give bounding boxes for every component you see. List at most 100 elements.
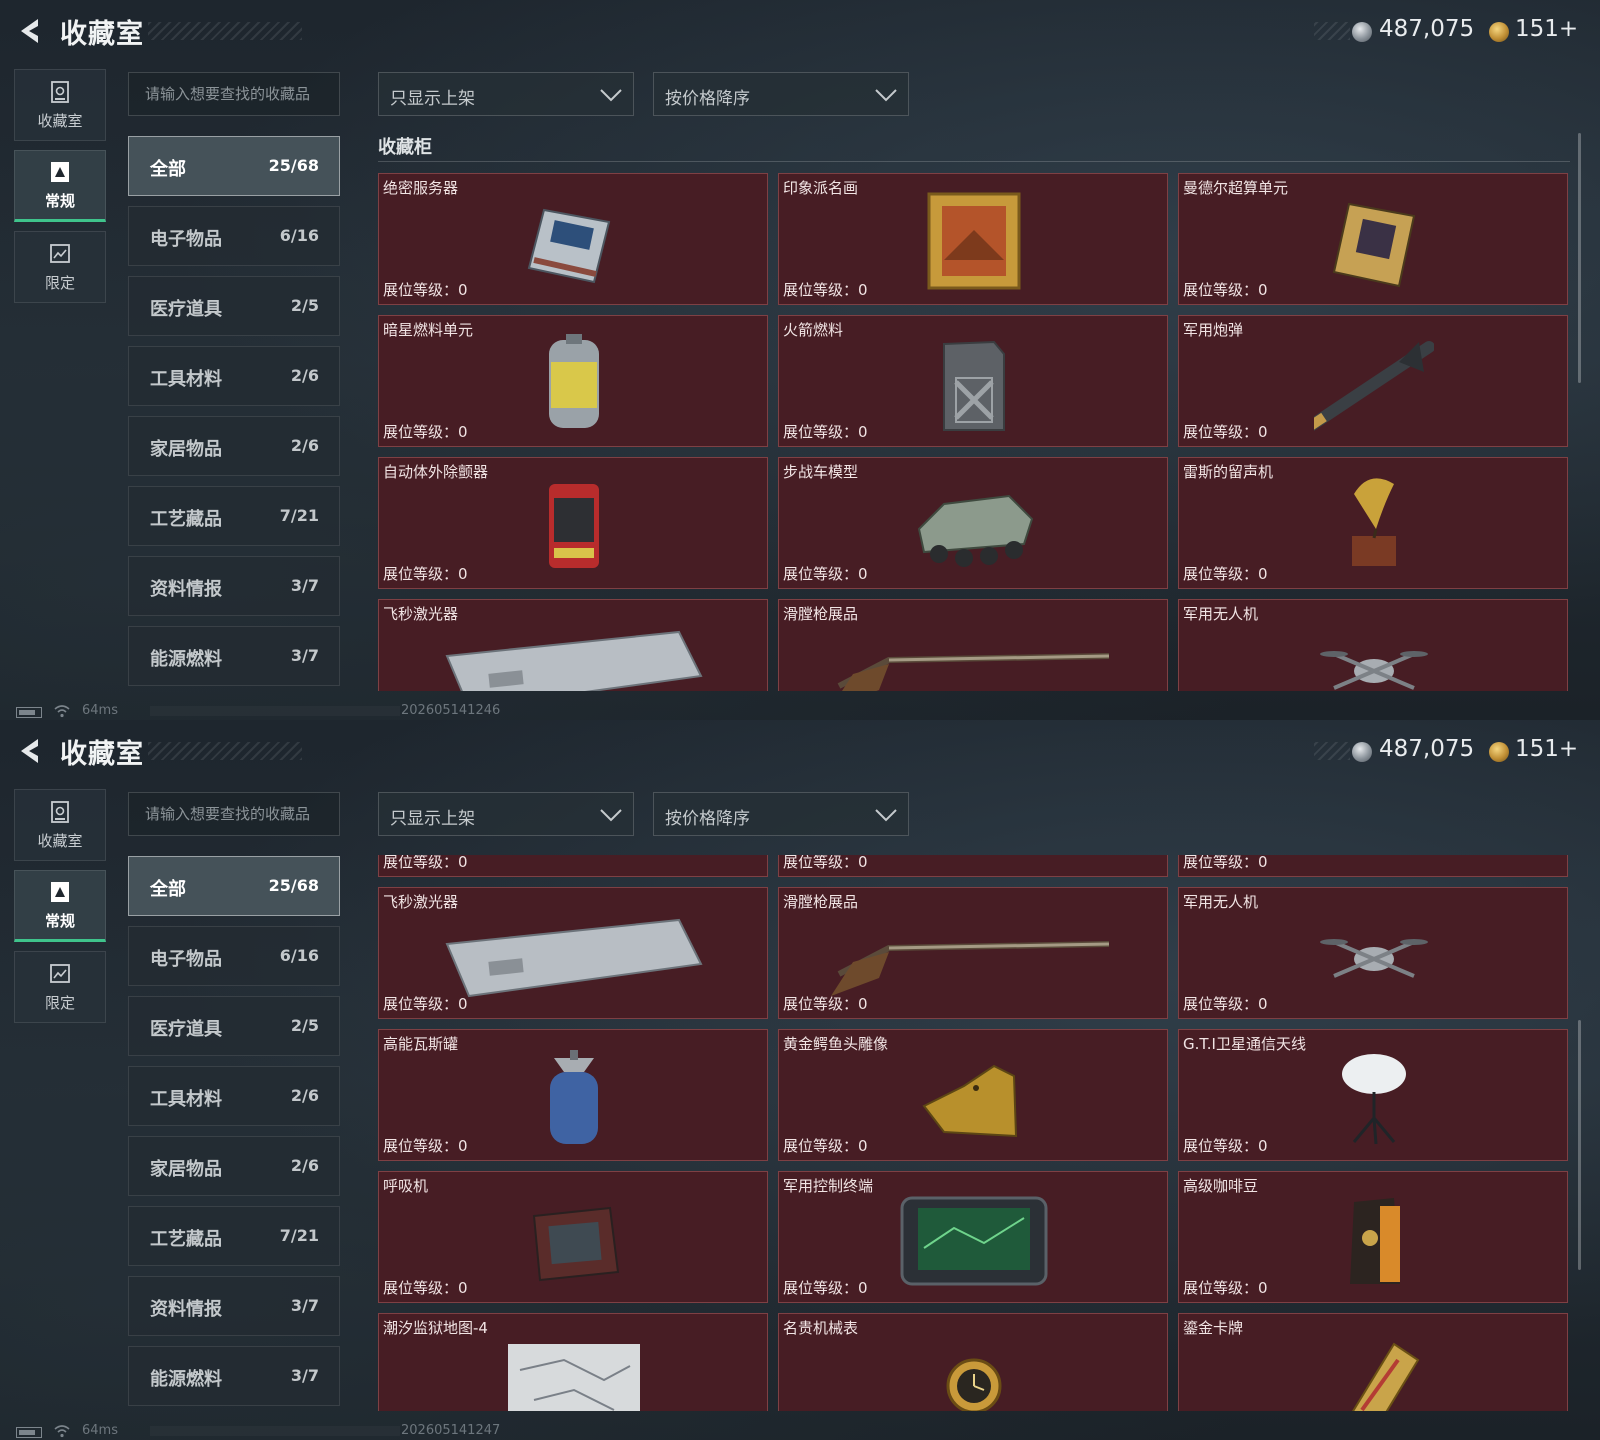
- category-household[interactable]: 家居物品 2/6: [128, 1136, 340, 1196]
- category-medical[interactable]: 医疗道具 2/5: [128, 276, 340, 336]
- status-bar: 64ms 202605141247: [0, 1420, 1600, 1440]
- scrollbar[interactable]: [1578, 133, 1581, 383]
- search-input[interactable]: [128, 72, 340, 116]
- rail-label: 限定: [44, 273, 75, 292]
- category-all[interactable]: 全部 25/68: [128, 856, 340, 916]
- collection-card[interactable]: 黄金鳄鱼头雕像 展位等级：0: [778, 1029, 1168, 1161]
- collection-card[interactable]: 展位等级：0: [778, 855, 1168, 877]
- booth-level: 展位等级：0: [783, 281, 868, 299]
- collection-card[interactable]: 步战车模型 展位等级：0: [778, 457, 1168, 589]
- collection-card[interactable]: 军用控制终端 展位等级：0: [778, 1171, 1168, 1303]
- collection-grid[interactable]: 展位等级：0 展位等级：0 展位等级：0 飞秒激光器 展位等级：0 滑膛枪展品 …: [378, 855, 1570, 1411]
- category-intel[interactable]: 资料情报 3/7: [128, 556, 340, 616]
- item-name: 雷斯的留声机: [1183, 463, 1274, 481]
- collection-card[interactable]: 滑膛枪展品 展位等级：0: [778, 599, 1168, 691]
- category-label: 资料情报: [150, 1299, 222, 1320]
- category-crafts[interactable]: 工艺藏品 7/21: [128, 486, 340, 546]
- collection-card[interactable]: 名贵机械表 展位等级：0: [778, 1313, 1168, 1411]
- back-arrow-icon[interactable]: [16, 16, 44, 46]
- booth-level: 展位等级：0: [383, 565, 468, 583]
- collection-card[interactable]: G.T.I卫星通信天线 展位等级：0: [1178, 1029, 1568, 1161]
- category-energy[interactable]: 能源燃料 3/7: [128, 1346, 340, 1406]
- collection-card[interactable]: 军用无人机 展位等级：0: [1178, 887, 1568, 1019]
- collection-card[interactable]: 暗星燃料单元 展位等级：0: [378, 315, 768, 447]
- rail-regular-button[interactable]: 常规: [14, 150, 106, 222]
- rail-vault-button[interactable]: 收藏室: [14, 69, 106, 141]
- collection-card[interactable]: 高级咖啡豆 展位等级：0: [1178, 1171, 1568, 1303]
- collection-card[interactable]: 曼德尔超算单元 展位等级：0: [1178, 173, 1568, 305]
- collection-card[interactable]: 呼吸机 展位等级：0: [378, 1171, 768, 1303]
- back-arrow-icon[interactable]: [16, 736, 44, 766]
- crocodile-statue-icon: [922, 1064, 1018, 1138]
- category-count: 3/7: [290, 646, 319, 665]
- missile-icon: [1314, 341, 1434, 431]
- category-count: 3/7: [290, 1296, 319, 1315]
- category-count: 3/7: [290, 576, 319, 595]
- collection-card[interactable]: 飞秒激光器 展位等级：0: [378, 887, 768, 1019]
- dropdown-label: 按价格降序: [665, 89, 750, 109]
- gas-tank-icon: [550, 1050, 598, 1144]
- chevron-down-icon: [875, 809, 897, 822]
- category-medical[interactable]: 医疗道具 2/5: [128, 996, 340, 1056]
- rail-vault-button[interactable]: 收藏室: [14, 789, 106, 861]
- scrollbar[interactable]: [1578, 1020, 1581, 1270]
- gold-balance[interactable]: 151+: [1515, 736, 1578, 762]
- item-name: 高能瓦斯罐: [383, 1035, 459, 1053]
- category-all[interactable]: 全部 25/68: [128, 136, 340, 196]
- rail-limited-button[interactable]: 限定: [14, 951, 106, 1023]
- top-bar: 收藏室 487,075 151+: [0, 720, 1600, 786]
- category-electronics[interactable]: 电子物品 6/16: [128, 926, 340, 986]
- category-intel[interactable]: 资料情报 3/7: [128, 1276, 340, 1336]
- collection-card[interactable]: 雷斯的留声机 展位等级：0: [1178, 457, 1568, 589]
- booth-level: 展位等级：0: [383, 995, 468, 1013]
- category-household[interactable]: 家居物品 2/6: [128, 416, 340, 476]
- item-name: 名贵机械表: [783, 1319, 859, 1337]
- collection-card[interactable]: 滑膛枪展品 展位等级：0: [778, 887, 1168, 1019]
- category-count: 25/68: [268, 876, 319, 895]
- silver-balance: 487,075: [1379, 736, 1475, 762]
- sort-dropdown[interactable]: 按价格降序: [653, 792, 909, 836]
- rail-label: 常规: [44, 191, 75, 210]
- booth-level: 展位等级：0: [783, 855, 868, 871]
- rail-regular-button[interactable]: 常规: [14, 870, 106, 942]
- item-name: 军用无人机: [1183, 605, 1259, 623]
- category-label: 工具材料: [150, 1089, 222, 1110]
- rail-limited-button[interactable]: 限定: [14, 231, 106, 303]
- collection-card[interactable]: 展位等级：0: [1178, 855, 1568, 877]
- gold-balance[interactable]: 151+: [1515, 16, 1578, 42]
- collection-card[interactable]: 飞秒激光器 展位等级：0: [378, 599, 768, 691]
- collection-card[interactable]: 展位等级：0: [378, 855, 768, 877]
- collection-card[interactable]: 潮汐监狱地图-4 展位等级：0: [378, 1313, 768, 1411]
- fuel-cell-icon: [549, 334, 599, 428]
- timestamp: 202605141246: [401, 703, 501, 718]
- collection-card[interactable]: 军用无人机 展位等级：0: [1178, 599, 1568, 691]
- category-count: 6/16: [279, 226, 319, 245]
- category-energy[interactable]: 能源燃料 3/7: [128, 626, 340, 686]
- category-electronics[interactable]: 电子物品 6/16: [128, 206, 340, 266]
- category-count: 2/6: [290, 1086, 319, 1105]
- display-filter-dropdown[interactable]: 只显示上架: [378, 72, 634, 116]
- collection-card[interactable]: 绝密服务器 展位等级：0: [378, 173, 768, 305]
- silver-balance: 487,075: [1379, 16, 1475, 42]
- collection-card[interactable]: 军用炮弹 展位等级：0: [1178, 315, 1568, 447]
- timestamp: 202605141247: [401, 1423, 501, 1438]
- category-tools[interactable]: 工具材料 2/6: [128, 1066, 340, 1126]
- collection-card[interactable]: 自动体外除颤器 展位等级：0: [378, 457, 768, 589]
- collection-card[interactable]: 鎏金卡牌 展位等级：0: [1178, 1313, 1568, 1411]
- category-crafts[interactable]: 工艺藏品 7/21: [128, 1206, 340, 1266]
- wifi-icon: [54, 705, 70, 718]
- armored-vehicle-icon: [917, 494, 1034, 567]
- category-count: 2/6: [290, 1156, 319, 1175]
- collection-card[interactable]: 高能瓦斯罐 展位等级：0: [378, 1029, 768, 1161]
- top-bar: 收藏室 487,075 151+: [0, 0, 1600, 66]
- category-label: 电子物品: [150, 229, 222, 250]
- collection-card[interactable]: 火箭燃料 展位等级：0: [778, 315, 1168, 447]
- item-name: 鎏金卡牌: [1183, 1319, 1244, 1337]
- category-tools[interactable]: 工具材料 2/6: [128, 346, 340, 406]
- search-input[interactable]: [128, 792, 340, 836]
- item-name: G.T.I卫星通信天线: [1183, 1035, 1306, 1053]
- display-filter-dropdown[interactable]: 只显示上架: [378, 792, 634, 836]
- sort-dropdown[interactable]: 按价格降序: [653, 72, 909, 116]
- collection-card[interactable]: 印象派名画 展位等级：0: [778, 173, 1168, 305]
- collection-grid[interactable]: 绝密服务器 展位等级：0 印象派名画 展位等级：0 曼德尔超算单元 展位等级：0…: [378, 173, 1570, 691]
